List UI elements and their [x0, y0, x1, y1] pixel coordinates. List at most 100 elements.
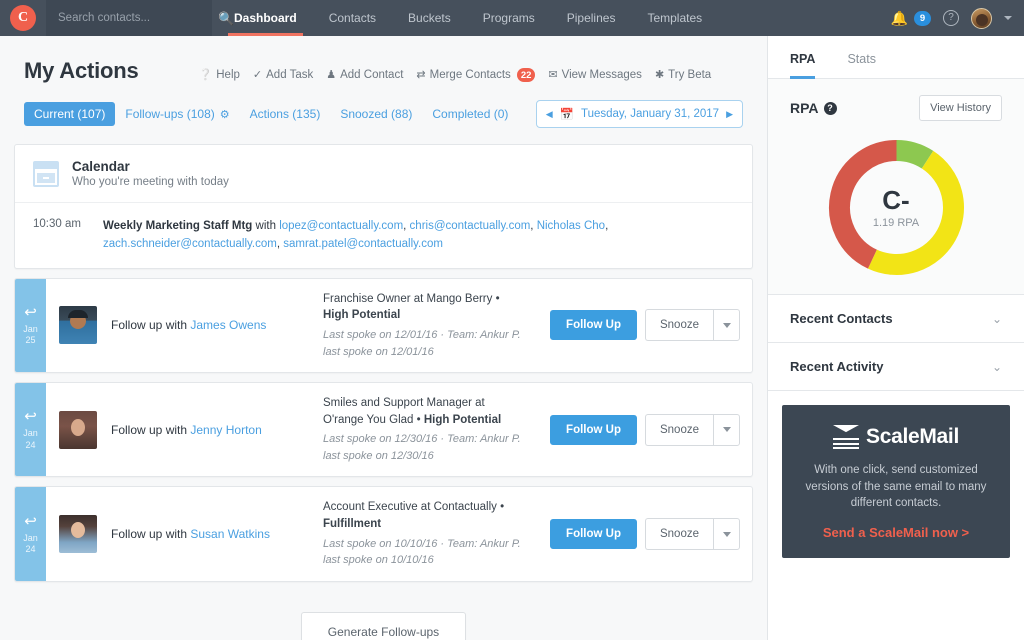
- search-container[interactable]: 🔍: [46, 0, 234, 36]
- row-detail: Franchise Owner at Mango Berry • High Po…: [323, 291, 536, 360]
- link-label: Try Beta: [668, 69, 712, 81]
- nav-item-buckets[interactable]: Buckets: [392, 0, 467, 36]
- row-prefix: Follow up with: [111, 318, 188, 333]
- row-date-badge: ↩ Jan 25: [15, 278, 46, 373]
- top-navigation-bar: C 🔍 Dashboard Contacts Buckets Programs …: [0, 0, 1024, 36]
- prev-day-icon[interactable]: ◀: [546, 109, 553, 120]
- table-row[interactable]: ↩ Jan 25 Follow up with James Owens Fran…: [14, 277, 753, 374]
- chevron-down-icon[interactable]: ⌄: [992, 313, 1002, 325]
- table-row[interactable]: ↩ Jan 24 Follow up with Susan Watkins Ac…: [14, 486, 753, 582]
- help-icon[interactable]: ?: [823, 101, 837, 115]
- link-label: Add Contact: [340, 69, 404, 81]
- link-label: Merge Contacts: [429, 69, 511, 81]
- event-attendee[interactable]: lopez@contactually.com: [279, 220, 403, 232]
- role-text: Account Executive at Contactually •: [323, 501, 505, 514]
- row-body: Follow up with James Owens Franchise Own…: [46, 279, 752, 372]
- follow-up-button[interactable]: Follow Up: [550, 519, 637, 550]
- user-avatar[interactable]: [971, 7, 992, 29]
- scalemail-logo: ScaleMail: [798, 425, 994, 449]
- avatar[interactable]: [59, 410, 97, 449]
- promo-cta-link[interactable]: Send a ScaleMail now >: [798, 525, 994, 540]
- help-circle-icon: ❔: [198, 68, 213, 81]
- date-month: Jan: [23, 428, 38, 439]
- contact-link[interactable]: Jenny Horton: [190, 423, 261, 437]
- donut-center: C- 1.19 RPA: [824, 135, 969, 280]
- avatar[interactable]: [59, 306, 97, 345]
- rpa-grade: C-: [882, 184, 910, 215]
- event-attendee[interactable]: chris@contactually.com: [410, 220, 531, 232]
- nav-item-pipelines[interactable]: Pipelines: [551, 0, 632, 36]
- snooze-dropdown-toggle[interactable]: [713, 413, 740, 446]
- row-body: Follow up with Susan Watkins Account Exe…: [46, 487, 752, 580]
- date-day: 25: [25, 335, 36, 346]
- tab-label: Stats: [847, 52, 876, 66]
- view-history-button[interactable]: View History: [919, 95, 1002, 121]
- tab-actions[interactable]: Actions (135): [240, 102, 331, 126]
- help-icon[interactable]: ?: [943, 10, 959, 26]
- link-label: View Messages: [561, 69, 642, 81]
- add-contact-link[interactable]: ♟ Add Contact: [326, 69, 403, 81]
- sidebar-item-recent-contacts[interactable]: Recent Contacts ⌄: [768, 295, 1024, 343]
- merge-contacts-link[interactable]: ⇄ Merge Contacts 22: [416, 68, 536, 82]
- scalemail-promo-card[interactable]: ScaleMail With one click, send customize…: [782, 405, 1010, 559]
- follow-up-button[interactable]: Follow Up: [550, 414, 637, 445]
- row-role: Franchise Owner at Mango Berry • High Po…: [323, 291, 526, 324]
- snooze-button[interactable]: Snooze: [644, 309, 713, 342]
- nav-item-dashboard[interactable]: Dashboard: [218, 0, 313, 36]
- tab-followups[interactable]: Follow-ups (108) ⚙: [115, 102, 239, 126]
- row-date-badge: ↩ Jan 24: [15, 383, 46, 477]
- nav-item-templates[interactable]: Templates: [631, 0, 718, 36]
- date-picker[interactable]: ◀ 📅 Tuesday, January 31, 2017 ▶: [535, 100, 743, 128]
- tab-completed[interactable]: Completed (0): [422, 102, 518, 126]
- table-row[interactable]: ↩ Jan 24 Follow up with Jenny Horton Smi…: [14, 382, 753, 478]
- snooze-button[interactable]: Snooze: [644, 413, 713, 446]
- view-messages-link[interactable]: ✉ View Messages: [548, 69, 642, 81]
- event-attendee[interactable]: samrat.patel@contactually.com: [283, 238, 443, 250]
- tab-rpa[interactable]: RPA: [790, 36, 816, 79]
- chevron-down-icon[interactable]: ⌄: [992, 361, 1002, 373]
- tab-label: Completed (0): [432, 107, 509, 121]
- rpa-value: 1.19 RPA: [872, 216, 920, 229]
- notifications-bell-icon[interactable]: 🔔: [891, 11, 908, 25]
- tab-stats[interactable]: Stats: [847, 36, 876, 78]
- tab-current[interactable]: Current (107): [24, 102, 116, 126]
- date-picker-value: Tuesday, January 31, 2017: [580, 108, 720, 120]
- contact-link[interactable]: Susan Watkins: [190, 527, 270, 541]
- donut-graphic: C- 1.19 RPA: [824, 135, 969, 280]
- avatar[interactable]: [59, 515, 97, 554]
- contact-link[interactable]: James Owens: [190, 318, 266, 332]
- snooze-dropdown-toggle[interactable]: [713, 309, 740, 342]
- event-attendee[interactable]: zach.schneider@contactually.com: [103, 238, 277, 250]
- chevron-down-icon[interactable]: [1004, 16, 1012, 20]
- sidebar-item-recent-activity[interactable]: Recent Activity ⌄: [768, 343, 1024, 391]
- follow-up-button[interactable]: Follow Up: [550, 310, 637, 341]
- snooze-dropdown-toggle[interactable]: [713, 518, 740, 551]
- gear-icon[interactable]: ⚙: [220, 108, 230, 121]
- search-input[interactable]: [58, 12, 212, 24]
- nav-label: Dashboard: [234, 11, 297, 25]
- add-task-link[interactable]: ✓ Add Task: [253, 69, 313, 81]
- generate-followups-button[interactable]: Generate Follow-ups: [300, 611, 467, 640]
- calendar-event-row: 10:30 am Weekly Marketing Staff Mtg with…: [15, 202, 752, 268]
- help-link[interactable]: ❔ Help: [199, 69, 240, 81]
- calendar-title: Calendar: [72, 159, 130, 174]
- role-text: Franchise Owner at Mango Berry •: [323, 292, 500, 305]
- app-logo[interactable]: C: [0, 0, 46, 36]
- snooze-button[interactable]: Snooze: [644, 518, 713, 551]
- row-body: Follow up with Jenny Horton Smiles and S…: [46, 383, 752, 476]
- tab-label: Current (107): [34, 107, 106, 121]
- bucket-name: High Potential: [323, 309, 401, 322]
- nav-label: Buckets: [408, 11, 451, 25]
- tab-snoozed[interactable]: Snoozed (88): [330, 102, 422, 126]
- event-attendee[interactable]: Nicholas Cho: [537, 220, 605, 232]
- try-beta-link[interactable]: ✱ Try Beta: [655, 69, 711, 81]
- next-day-icon[interactable]: ▶: [726, 109, 733, 120]
- calendar-card-header: Calendar Who you're meeting with today: [15, 145, 752, 202]
- nav-item-programs[interactable]: Programs: [467, 0, 551, 36]
- reply-arrow-icon: ↩: [24, 408, 37, 426]
- help-glyph: ?: [827, 102, 833, 113]
- row-detail: Account Executive at Contactually • Fulf…: [323, 499, 536, 568]
- nav-item-contacts[interactable]: Contacts: [313, 0, 392, 36]
- message-icon: ✉: [548, 68, 558, 81]
- event-title: Weekly Marketing Staff Mtg: [103, 220, 253, 232]
